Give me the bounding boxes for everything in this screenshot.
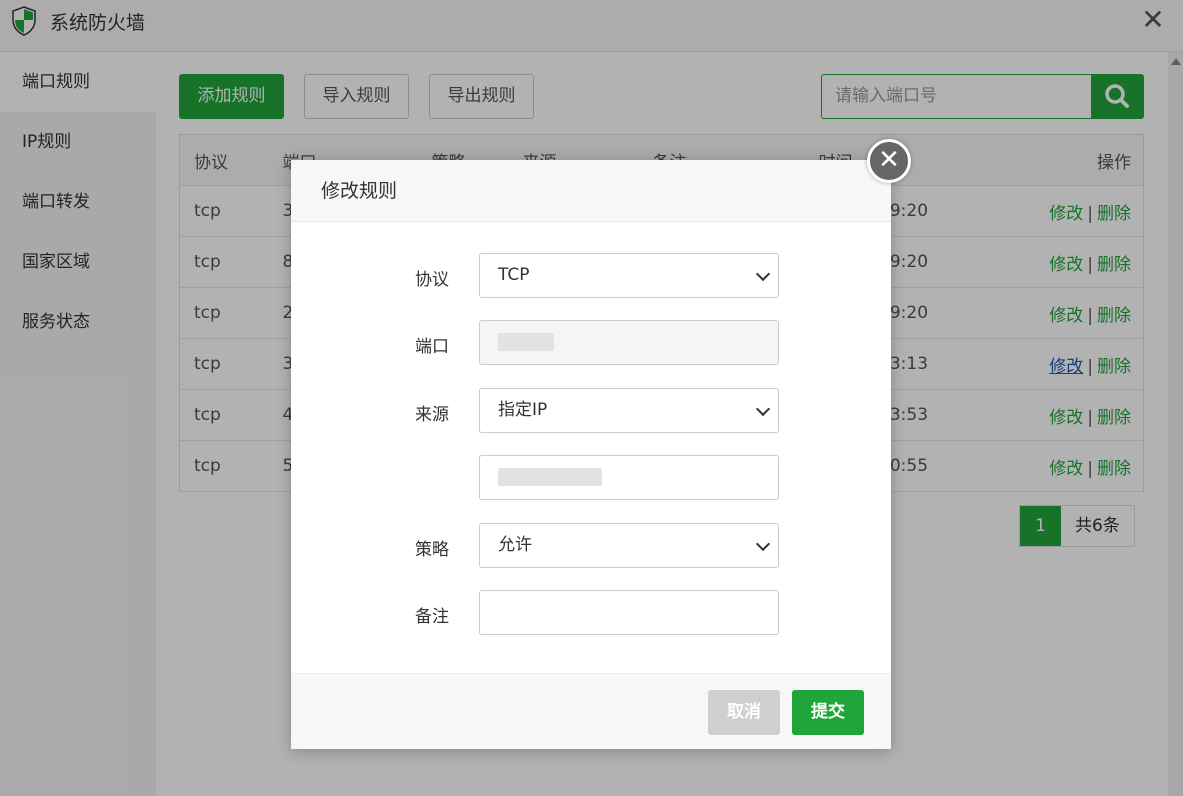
source-row: 来源 指定IP (291, 388, 891, 433)
strategy-row: 策略 允许 (291, 523, 891, 568)
dialog-footer: 取消 提交 (291, 673, 891, 749)
remark-input[interactable] (479, 590, 779, 635)
redacted-port (498, 333, 554, 351)
port-row: 端口 (291, 320, 891, 365)
port-input[interactable] (479, 320, 779, 365)
cancel-button[interactable]: 取消 (708, 690, 780, 735)
dialog-close-icon[interactable]: ✕ (867, 139, 911, 183)
remark-row: 备注 (291, 590, 891, 635)
protocol-select[interactable]: TCP (479, 253, 779, 298)
edit-rule-dialog: 修改规则 ✕ 协议 TCP 端口 来源 指定IP 策略 允许 备注 取消 提交 (291, 139, 911, 749)
port-label: 端口 (415, 337, 449, 357)
chevron-down-icon (755, 266, 771, 282)
protocol-label: 协议 (415, 270, 449, 290)
protocol-row: 协议 TCP (291, 253, 891, 298)
strategy-label: 策略 (415, 540, 449, 560)
remark-label: 备注 (415, 607, 449, 627)
chevron-down-icon (755, 401, 771, 417)
source-ip-row (291, 455, 891, 500)
source-ip-input[interactable] (479, 455, 779, 500)
source-label: 来源 (415, 405, 449, 425)
chevron-down-icon (755, 536, 771, 552)
submit-button[interactable]: 提交 (792, 690, 864, 735)
strategy-select[interactable]: 允许 (479, 523, 779, 568)
redacted-ip (498, 468, 602, 486)
dialog-title: 修改规则 (291, 160, 891, 222)
source-select[interactable]: 指定IP (479, 388, 779, 433)
